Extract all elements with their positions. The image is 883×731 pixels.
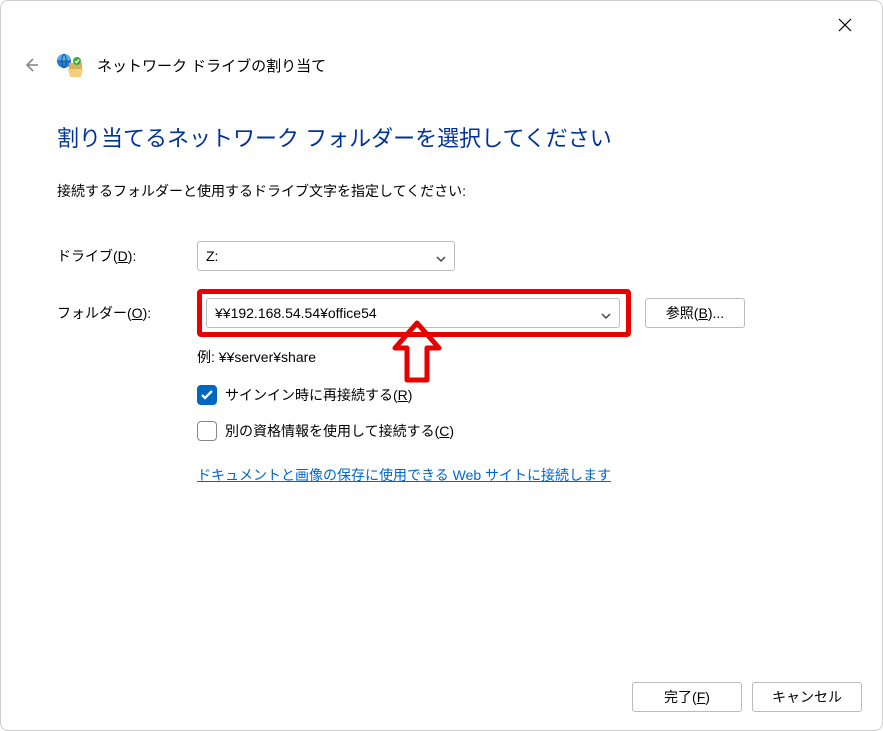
credentials-checkbox[interactable] [197, 421, 217, 441]
instruction-text: 接続するフォルダーと使用するドライブ文字を指定してください: [57, 181, 842, 201]
chevron-down-icon [601, 308, 611, 318]
folder-combobox[interactable]: ¥¥192.168.54.54¥office54 [206, 298, 620, 328]
close-button[interactable] [822, 9, 868, 41]
drive-label: ドライブ(D): [57, 246, 197, 266]
browse-button[interactable]: 参照(B)... [645, 298, 745, 328]
drive-value: Z: [206, 248, 218, 264]
folder-value: ¥¥192.168.54.54¥office54 [215, 305, 377, 321]
network-drive-icon [55, 51, 83, 79]
web-connect-link[interactable]: ドキュメントと画像の保存に使用できる Web サイトに接続します [197, 465, 611, 485]
cancel-button[interactable]: キャンセル [752, 682, 862, 712]
checkmark-icon [201, 390, 213, 400]
page-heading: 割り当てるネットワーク フォルダーを選択してください [57, 121, 842, 153]
credentials-label: 別の資格情報を使用して接続する(C) [225, 421, 454, 441]
drive-select[interactable]: Z: [197, 241, 455, 271]
folder-label: フォルダー(O): [57, 303, 197, 323]
back-arrow-icon [22, 56, 40, 74]
reconnect-label: サインイン時に再接続する(R) [225, 385, 412, 405]
window-title: ネットワーク ドライブの割り当て [97, 55, 326, 76]
back-button[interactable] [21, 55, 41, 75]
annotation-highlight: ¥¥192.168.54.54¥office54 [197, 289, 631, 337]
finish-button[interactable]: 完了(F) [632, 682, 742, 712]
reconnect-checkbox[interactable] [197, 385, 217, 405]
example-text: 例: ¥¥server¥share [197, 347, 842, 367]
chevron-down-icon [436, 251, 446, 261]
close-icon [838, 18, 852, 32]
